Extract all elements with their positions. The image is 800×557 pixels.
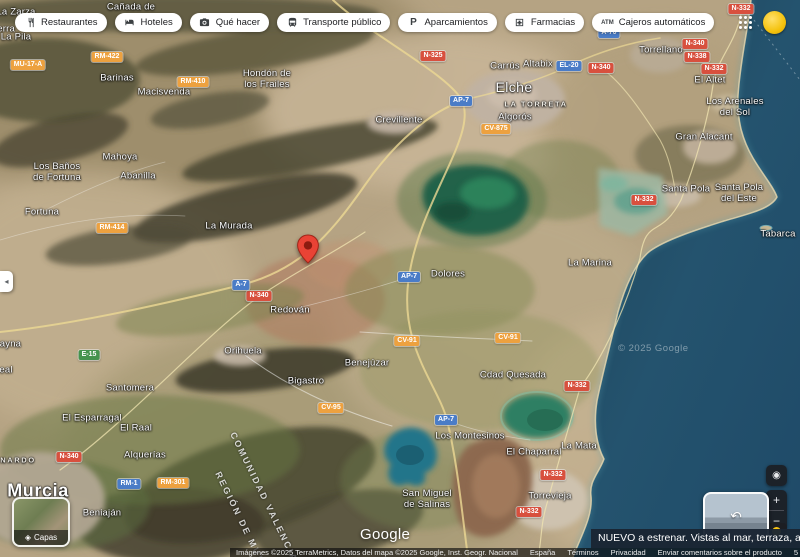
promo-banner[interactable]: NUEVO a estrenar. Vistas al mar, terraza… (591, 529, 800, 548)
hotel-icon (124, 17, 136, 29)
map-pin[interactable] (296, 234, 320, 269)
chip-label: Qué hacer (216, 17, 260, 28)
scale-label: 5 km (794, 548, 800, 557)
category-chip-bar: Restaurantes Hoteles Qué hacer Transport… (15, 13, 714, 32)
google-logo[interactable]: Google (360, 526, 410, 543)
chip-restaurantes[interactable]: Restaurantes (15, 13, 107, 32)
my-location-icon: ◉ (772, 470, 781, 481)
chip-label: Aparcamientos (424, 17, 487, 28)
chip-label: Hoteles (141, 17, 173, 28)
parking-icon: P (407, 17, 419, 29)
camera-icon (199, 17, 211, 29)
layers-label: Capas (34, 533, 57, 542)
profile-avatar[interactable] (763, 11, 786, 34)
chip-hoteles[interactable]: Hoteles (115, 13, 182, 32)
chip-transporte-publico[interactable]: Transporte público (277, 13, 390, 32)
map-copyright-watermark: © 2025 Google (618, 343, 689, 354)
atm-icon: ATM (601, 17, 614, 29)
layers-icon: ◈ (25, 534, 31, 542)
chip-aparcamientos[interactable]: P Aparcamientos (398, 13, 496, 32)
attribution-link-feedback[interactable]: Enviar comentarios sobre el producto (658, 548, 782, 557)
pharmacy-icon (514, 17, 526, 29)
transit-icon (286, 17, 298, 29)
zoom-in-button[interactable]: + (766, 490, 787, 510)
chip-label: Cajeros automáticos (619, 17, 706, 28)
chip-que-hacer[interactable]: Qué hacer (190, 13, 269, 32)
satellite-imagery[interactable] (0, 0, 800, 557)
attribution-link-espana[interactable]: España (530, 548, 555, 557)
apps-grid-icon[interactable] (739, 16, 752, 29)
attribution-link-privacidad[interactable]: Privacidad (611, 548, 646, 557)
chip-label: Restaurantes (41, 17, 98, 28)
map-pin-icon (296, 234, 320, 264)
google-maps-app: La ZarzaCañada deierraLa PilaBarinasMaci… (0, 0, 800, 557)
attribution-bar: Imágenes ©2025 TerraMetrics, Datos del m… (230, 548, 800, 557)
layers-widget[interactable]: ◈ Capas (12, 497, 70, 547)
imagery-credit: Imágenes ©2025 TerraMetrics, Datos del m… (236, 548, 518, 557)
chip-label: Farmacias (531, 17, 575, 28)
side-panel-collapse-button[interactable]: ◂ (0, 271, 13, 292)
attribution-link-terminos[interactable]: Términos (567, 548, 598, 557)
chevron-left-icon: ◂ (4, 277, 8, 286)
restaurant-icon (24, 17, 36, 29)
chip-cajeros[interactable]: ATM Cajeros automáticos (592, 13, 714, 32)
chip-farmacias[interactable]: Farmacias (505, 13, 584, 32)
chip-label: Transporte público (303, 17, 381, 28)
my-location-button[interactable]: ◉ (766, 465, 787, 486)
street-view-arrow-icon: ↶ (728, 507, 744, 526)
